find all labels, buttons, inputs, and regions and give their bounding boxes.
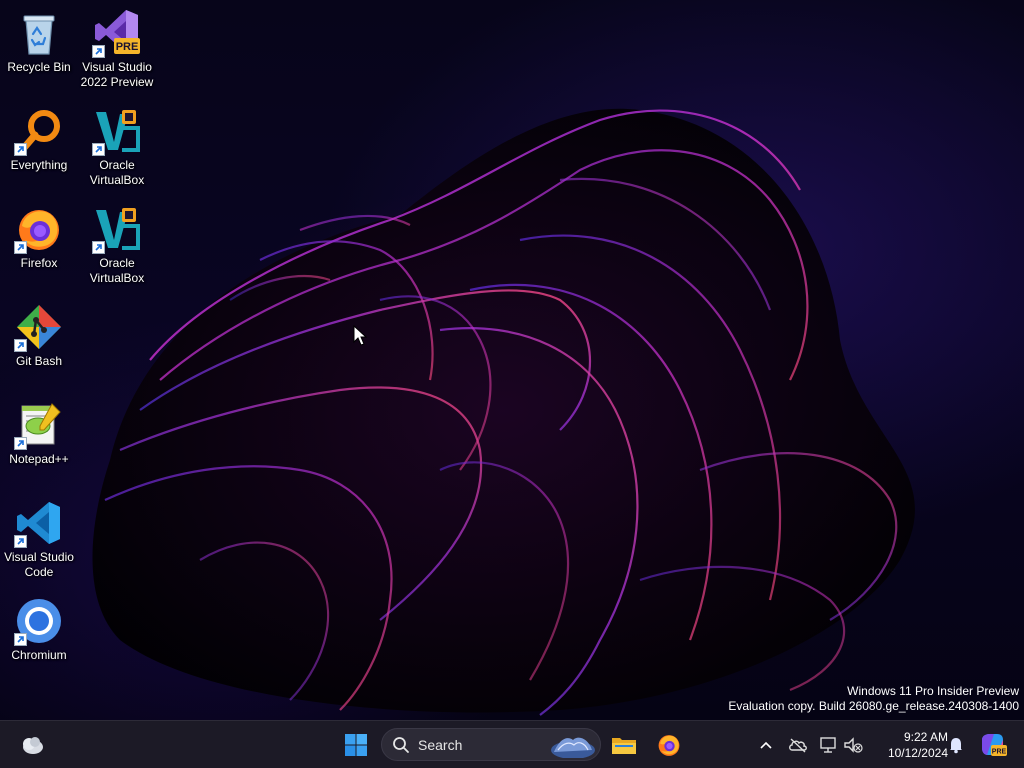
notepad-plus-plus-icon	[14, 400, 64, 450]
desktop-icon-vscode[interactable]: Visual Studio Code	[1, 494, 77, 586]
network-icon	[820, 737, 836, 753]
preview-badge-text: PRE	[116, 41, 139, 53]
desktop-icon-visual-studio-preview[interactable]: PRE Visual Studio 2022 Preview	[79, 4, 155, 96]
firefox-icon	[658, 735, 680, 756]
vscode-icon	[14, 498, 64, 548]
virtualbox-icon	[92, 204, 142, 254]
shortcut-arrow-icon	[14, 535, 27, 548]
search-placeholder: Search	[418, 736, 463, 753]
desktop-icon-virtualbox[interactable]: Oracle VirtualBox	[79, 102, 155, 194]
shortcut-arrow-icon	[92, 143, 105, 156]
shortcut-arrow-icon	[92, 45, 105, 58]
desktop-icon-chromium[interactable]: Chromium	[1, 592, 77, 684]
shortcut-arrow-icon	[14, 339, 27, 352]
desktop-icon-everything[interactable]: Everything	[1, 102, 77, 194]
desktop-icon-label: Oracle VirtualBox	[89, 158, 145, 187]
desktop-icon-label: Notepad++	[9, 452, 69, 466]
taskbar-clock[interactable]: 9:22 AM 10/12/2024	[872, 729, 948, 761]
shortcut-arrow-icon	[14, 143, 27, 156]
clock-time: 9:22 AM	[903, 730, 948, 744]
file-explorer-icon	[612, 738, 636, 754]
desktop-icon-label: Everything	[10, 158, 68, 172]
desktop-icon-firefox[interactable]: Firefox	[1, 200, 77, 292]
volume-muted-icon	[844, 737, 863, 753]
copilot-pre-badge: PRE	[992, 749, 1007, 756]
watermark-build: Evaluation copy. Build 26080.ge_release.…	[728, 699, 1019, 713]
widgets-button[interactable]	[14, 727, 50, 763]
bell-icon	[950, 738, 962, 754]
desktop-icon-notepad-plus-plus[interactable]: Notepad++	[1, 396, 77, 488]
file-explorer-button[interactable]	[606, 727, 642, 763]
shortcut-arrow-icon	[14, 241, 27, 254]
shortcut-arrow-icon	[92, 241, 105, 254]
taskbar-search-box[interactable]: Search	[381, 728, 601, 761]
desktop-icon-label: Git Bash	[15, 354, 63, 368]
onedrive-offline-icon	[789, 738, 807, 753]
clock-date: 10/12/2024	[887, 746, 948, 760]
desktop-icon-recycle-bin[interactable]: Recycle Bin	[1, 4, 77, 96]
show-hidden-icons-button[interactable]	[754, 727, 778, 763]
shortcut-arrow-icon	[14, 633, 27, 646]
search-icon	[393, 736, 409, 753]
desktop-icon-label: Visual Studio Code	[4, 550, 74, 579]
start-button[interactable]	[338, 727, 374, 763]
copilot-icon: PRE	[982, 734, 1007, 756]
start-icon	[345, 734, 367, 756]
desktop-icon-label: Firefox	[20, 256, 58, 270]
copilot-button[interactable]: PRE	[976, 727, 1010, 763]
mouse-cursor-icon	[353, 325, 367, 346]
firefox-icon	[14, 204, 64, 254]
visual-studio-preview-icon: PRE	[92, 8, 142, 58]
chromium-icon	[14, 596, 64, 646]
onedrive-tray-button[interactable]	[786, 727, 810, 763]
desktop-icon-label: Oracle VirtualBox	[89, 256, 145, 285]
widgets-weather-icon	[23, 737, 43, 754]
shortcut-arrow-icon	[14, 437, 27, 450]
watermark-edition: Windows 11 Pro Insider Preview	[847, 684, 1019, 698]
windows-evaluation-watermark: Windows 11 Pro Insider Preview Evaluatio…	[728, 684, 1019, 714]
notifications-button[interactable]	[944, 727, 968, 763]
git-bash-icon	[14, 302, 64, 352]
recycle-bin-icon	[14, 8, 64, 58]
desktop-icon-label: Visual Studio 2022 Preview	[80, 60, 154, 89]
taskbar-firefox-button[interactable]	[651, 727, 687, 763]
everything-search-icon	[14, 106, 64, 156]
quick-settings-button[interactable]	[816, 727, 866, 763]
chevron-up-icon	[760, 741, 772, 749]
virtualbox-icon	[92, 106, 142, 156]
desktop-icon-virtualbox-2[interactable]: Oracle VirtualBox	[79, 200, 155, 292]
desktop-icon-git-bash[interactable]: Git Bash	[1, 298, 77, 390]
taskbar: Search 9:22 AM 10/12/2024 PRE	[0, 720, 1024, 768]
desktop-icon-label: Chromium	[11, 648, 67, 662]
search-highlight-icon	[551, 737, 595, 758]
desktop-icon-label: Recycle Bin	[7, 60, 71, 74]
